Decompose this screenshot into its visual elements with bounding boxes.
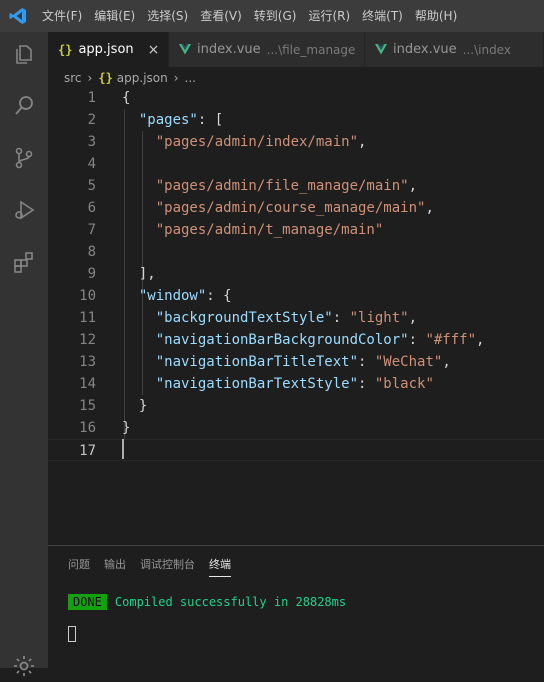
line-number: 11 (79, 310, 96, 326)
code-line[interactable]: 11 "backgroundTextStyle": "light", (48, 307, 544, 329)
line-number: 8 (87, 244, 96, 260)
source-control-icon[interactable] (12, 146, 36, 170)
code-text: "navigationBarBackgroundColor": "#fff", (155, 332, 485, 348)
code-line[interactable]: 15 } (48, 395, 544, 417)
activity-bar (0, 32, 48, 676)
line-number: 12 (79, 332, 96, 348)
code-line[interactable]: 7 "pages/admin/t_manage/main" (48, 219, 544, 241)
run-debug-icon[interactable] (12, 198, 36, 222)
code-text: ], (122, 266, 156, 282)
menu-run[interactable]: 运行(R) (302, 0, 356, 32)
code-text: { (122, 90, 131, 106)
breadcrumb-file[interactable]: app.json (117, 71, 168, 85)
panel-tab-output[interactable]: 输出 (104, 556, 126, 577)
code-line[interactable]: 13 "navigationBarTitleText": "WeChat", (48, 351, 544, 373)
code-text: "backgroundTextStyle": "light", (155, 310, 418, 326)
tab-label: index.vue (197, 42, 261, 57)
close-icon[interactable]: × (148, 42, 160, 58)
line-number: 7 (87, 222, 96, 238)
line-number: 14 (79, 376, 96, 392)
panel-tab-terminal[interactable]: 终端 (209, 556, 231, 577)
json-icon: {} (58, 42, 73, 57)
vue-icon (179, 44, 191, 55)
text-cursor (122, 439, 124, 459)
line-number: 17 (79, 443, 96, 459)
code-text: "pages/admin/t_manage/main" (155, 222, 384, 238)
tab-index-vue-file-manage[interactable]: index.vue ...\file_manage (169, 32, 365, 67)
code-line[interactable]: 16} (48, 417, 544, 439)
panel-tab-problems[interactable]: 问题 (68, 556, 90, 577)
tab-app-json[interactable]: {} app.json × (48, 32, 169, 67)
chevron-right-icon: › (173, 71, 179, 85)
breadcrumb-more[interactable]: ... (185, 71, 196, 85)
code-line[interactable]: 9 ], (48, 263, 544, 285)
code-line[interactable]: 3 "pages/admin/index/main", (48, 131, 544, 153)
code-text: } (122, 398, 148, 414)
menu-selection[interactable]: 选择(S) (141, 0, 194, 32)
tab-label: index.vue (393, 42, 457, 57)
code-line[interactable]: 14 "navigationBarTextStyle": "black" (48, 373, 544, 395)
chevron-right-icon: › (87, 71, 93, 85)
code-line[interactable]: 10 "window": { (48, 285, 544, 307)
json-icon: {} (98, 71, 113, 85)
tab-label: app.json (78, 42, 134, 57)
code-line[interactable]: 8 (48, 241, 544, 263)
line-number: 1 (87, 90, 96, 106)
search-icon[interactable] (12, 94, 36, 118)
terminal-output-line: DONE Compiled successfully in 28828ms (68, 594, 346, 610)
menu-bar: 文件(F) 编辑(E) 选择(S) 查看(V) 转到(G) 运行(R) 终端(T… (0, 0, 544, 32)
code-text: "window": { (138, 288, 232, 304)
code-text: "pages": [ (138, 112, 224, 128)
tab-description: ...\index (462, 42, 511, 57)
line-number: 15 (79, 398, 96, 414)
vscode-logo-icon (0, 0, 36, 32)
code-line[interactable]: 2 "pages": [ (48, 109, 544, 131)
menu-help[interactable]: 帮助(H) (409, 0, 463, 32)
extensions-icon[interactable] (12, 250, 36, 274)
terminal-message: Compiled successfully in 28828ms (114, 595, 347, 609)
line-number: 5 (87, 178, 96, 194)
code-text: "pages/admin/index/main", (155, 134, 367, 150)
explorer-icon[interactable] (12, 42, 36, 66)
line-number: 2 (87, 112, 96, 128)
line-number: 6 (87, 200, 96, 216)
editor-tab-bar: {} app.json × index.vue ...\file_manage … (48, 32, 544, 67)
panel-tab-debug-console[interactable]: 调试控制台 (140, 556, 195, 577)
line-number: 9 (87, 266, 96, 282)
tab-description: ...\file_manage (266, 42, 356, 57)
menu-terminal[interactable]: 终端(T) (356, 0, 409, 32)
breadcrumb-folder[interactable]: src (64, 71, 82, 85)
line-number: 3 (87, 134, 96, 150)
menu-view[interactable]: 查看(V) (194, 0, 248, 32)
panel-tab-bar: 问题 输出 调试控制台 终端 (68, 556, 245, 577)
code-line[interactable]: 4 (48, 153, 544, 175)
tab-index-vue-index[interactable]: index.vue ...\index (365, 32, 544, 67)
menu-go[interactable]: 转到(G) (248, 0, 303, 32)
code-line[interactable]: 5 "pages/admin/file_manage/main", (48, 175, 544, 197)
line-number: 10 (79, 288, 96, 304)
breadcrumb: src › {} app.json › ... (48, 67, 544, 89)
code-text: "pages/admin/course_manage/main", (155, 200, 434, 216)
code-text: "pages/admin/file_manage/main", (155, 178, 418, 194)
code-editor[interactable]: 1{2 "pages": [3 "pages/admin/index/main"… (48, 87, 544, 545)
code-text: "navigationBarTextStyle": "black" (155, 376, 434, 392)
vue-icon (375, 44, 387, 55)
code-text: "navigationBarTitleText": "WeChat", (155, 354, 451, 370)
line-number: 13 (79, 354, 96, 370)
line-number: 4 (87, 156, 96, 172)
status-badge: DONE (68, 594, 107, 610)
bottom-panel: 问题 输出 调试控制台 终端 DONE Compiled successfull… (48, 545, 544, 669)
menu-edit[interactable]: 编辑(E) (88, 0, 141, 32)
code-line[interactable]: 6 "pages/admin/course_manage/main", (48, 197, 544, 219)
line-number: 16 (79, 420, 96, 436)
terminal-cursor[interactable] (68, 626, 76, 642)
code-line[interactable]: 12 "navigationBarBackgroundColor": "#fff… (48, 329, 544, 351)
menu-file[interactable]: 文件(F) (36, 0, 88, 32)
code-line[interactable]: 1{ (48, 87, 544, 109)
settings-gear-icon[interactable] (12, 654, 36, 678)
code-text: } (122, 420, 131, 436)
